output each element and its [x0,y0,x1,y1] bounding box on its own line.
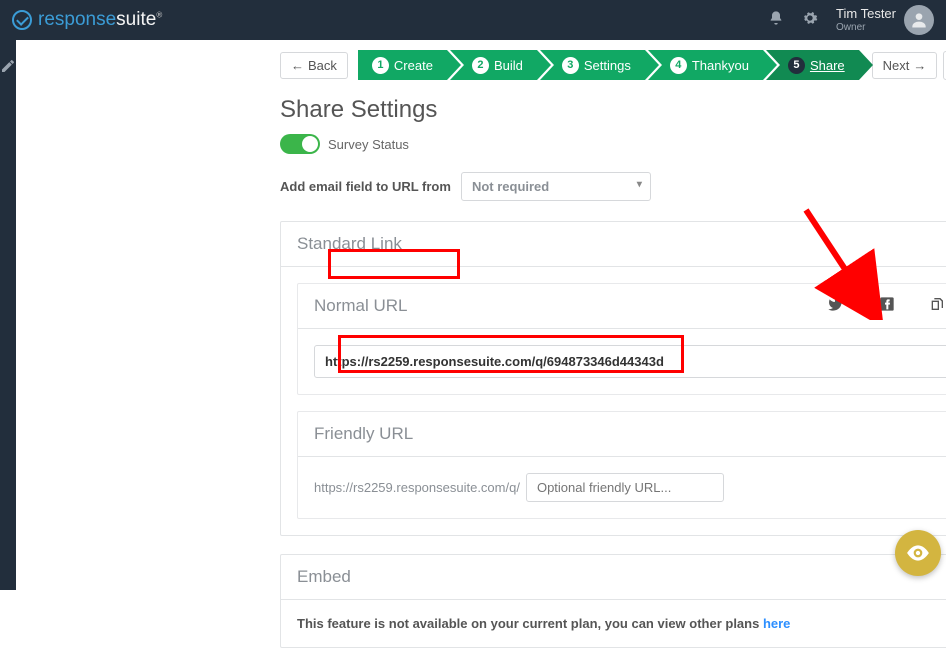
survey-status-label: Survey Status [328,137,409,152]
page-title: Share Settings [280,96,946,124]
topbar: ← Back 1Create 2Build 3Settings 4Thankyo… [280,40,946,92]
standard-link-card: Standard Link Normal URL [280,221,946,536]
logo[interactable]: responsesuite® [12,9,162,31]
embed-heading: Embed [281,555,946,600]
logo-text-2: suite [116,9,156,30]
user-menu[interactable]: Tim Tester Owner [836,5,934,35]
embed-note: This feature is not available on your cu… [297,616,946,631]
friendly-url-input[interactable] [526,473,724,502]
standard-link-heading: Standard Link [281,222,946,267]
user-role: Owner [836,22,896,33]
logo-reg: ® [156,11,162,20]
main-content: ← Back 1Create 2Build 3Settings 4Thankyo… [16,40,946,590]
embed-card: Embed This feature is not available on y… [280,554,946,648]
step-settings[interactable]: 3Settings [540,50,645,80]
step-create[interactable]: 1Create [358,50,447,80]
notifications-icon[interactable] [768,10,784,31]
arrow-right-icon: → [913,58,926,73]
header-right: Tim Tester Owner [768,5,934,35]
preview-fab[interactable] [895,530,941,576]
normal-url-value[interactable]: https://rs2259.responsesuite.com/q/69487… [314,345,946,378]
user-name: Tim Tester [836,7,896,21]
logo-text-1: response [38,9,116,30]
sidebar [0,40,16,590]
twitter-icon[interactable] [827,296,843,316]
facebook-icon[interactable] [879,296,895,316]
avatar [904,5,934,35]
step-share[interactable]: 5Share [766,50,859,80]
normal-url-heading: Normal URL [314,296,408,316]
linkedin-icon[interactable] [853,296,869,316]
step-nav: 1Create 2Build 3Settings 4Thankyou 5Shar… [358,50,862,80]
survey-status-toggle[interactable] [280,134,320,154]
normal-url-card: Normal URL https://rs2259.re [297,283,946,395]
friendly-url-heading: Friendly URL [298,412,946,457]
copy-icon[interactable] [929,296,945,316]
gear-icon[interactable] [802,10,818,31]
step-build[interactable]: 2Build [450,50,537,80]
back-button[interactable]: ← Back [280,52,348,79]
friendly-url-prefix: https://rs2259.responsesuite.com/q/ [314,480,520,495]
plans-link[interactable]: here [763,616,790,631]
app-header: responsesuite® Tim Tester Owner [0,0,946,40]
email-field-label: Add email field to URL from [280,179,451,194]
logo-check-icon [12,10,32,30]
edit-icon[interactable] [0,58,16,78]
email-field-select[interactable]: Not required [461,172,651,201]
step-thankyou[interactable]: 4Thankyou [648,50,763,80]
friendly-url-card: Friendly URL https://rs2259.responsesuit… [297,411,946,519]
arrow-left-icon: ← [291,58,304,73]
next-button[interactable]: Next → [872,52,938,79]
